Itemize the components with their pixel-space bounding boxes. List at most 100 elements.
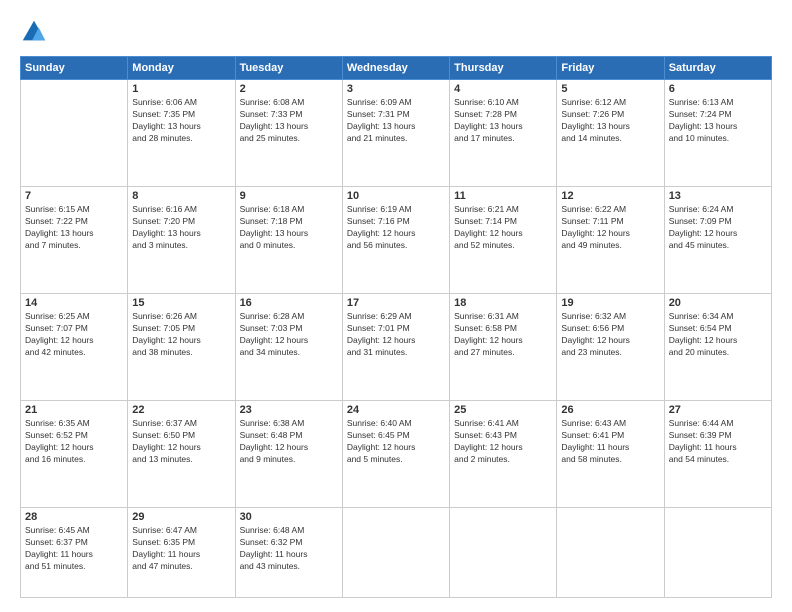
day-info: Sunrise: 6:09 AM Sunset: 7:31 PM Dayligh… (347, 97, 445, 145)
calendar-table: SundayMondayTuesdayWednesdayThursdayFrid… (20, 56, 772, 598)
calendar-cell: 3 Sunrise: 6:09 AM Sunset: 7:31 PM Daylig… (342, 80, 449, 187)
calendar-cell (557, 508, 664, 598)
calendar-cell: 7 Sunrise: 6:15 AM Sunset: 7:22 PM Daylig… (21, 187, 128, 294)
calendar-week-4: 28 Sunrise: 6:45 AM Sunset: 6:37 PM Dayli… (21, 508, 772, 598)
calendar-cell: 16 Sunrise: 6:28 AM Sunset: 7:03 PM Dayli… (235, 294, 342, 401)
calendar-cell (21, 80, 128, 187)
day-header-thursday: Thursday (450, 57, 557, 80)
day-number: 7 (25, 190, 123, 202)
day-info: Sunrise: 6:22 AM Sunset: 7:11 PM Dayligh… (561, 204, 659, 252)
calendar-cell: 21 Sunrise: 6:35 AM Sunset: 6:52 PM Dayli… (21, 401, 128, 508)
day-number: 8 (132, 190, 230, 202)
day-info: Sunrise: 6:26 AM Sunset: 7:05 PM Dayligh… (132, 311, 230, 359)
day-number: 17 (347, 297, 445, 309)
calendar-cell: 12 Sunrise: 6:22 AM Sunset: 7:11 PM Dayli… (557, 187, 664, 294)
day-info: Sunrise: 6:45 AM Sunset: 6:37 PM Dayligh… (25, 525, 123, 573)
day-number: 18 (454, 297, 552, 309)
day-number: 24 (347, 404, 445, 416)
day-header-tuesday: Tuesday (235, 57, 342, 80)
day-number: 14 (25, 297, 123, 309)
day-info: Sunrise: 6:16 AM Sunset: 7:20 PM Dayligh… (132, 204, 230, 252)
day-info: Sunrise: 6:21 AM Sunset: 7:14 PM Dayligh… (454, 204, 552, 252)
day-number: 6 (669, 83, 767, 95)
day-number: 29 (132, 511, 230, 523)
day-number: 11 (454, 190, 552, 202)
calendar-cell: 29Sunrise: 6:47 AM Sunset: 6:35 PM Dayli… (128, 508, 235, 598)
day-number: 27 (669, 404, 767, 416)
calendar-cell: 2 Sunrise: 6:08 AM Sunset: 7:33 PM Daylig… (235, 80, 342, 187)
day-header-sunday: Sunday (21, 57, 128, 80)
calendar-week-3: 21 Sunrise: 6:35 AM Sunset: 6:52 PM Dayli… (21, 401, 772, 508)
day-info: Sunrise: 6:35 AM Sunset: 6:52 PM Dayligh… (25, 418, 123, 466)
day-info: Sunrise: 6:44 AM Sunset: 6:39 PM Dayligh… (669, 418, 767, 466)
day-info: Sunrise: 6:10 AM Sunset: 7:28 PM Dayligh… (454, 97, 552, 145)
day-info: Sunrise: 6:15 AM Sunset: 7:22 PM Dayligh… (25, 204, 123, 252)
day-info: Sunrise: 6:43 AM Sunset: 6:41 PM Dayligh… (561, 418, 659, 466)
calendar-week-0: 1 Sunrise: 6:06 AM Sunset: 7:35 PM Daylig… (21, 80, 772, 187)
day-number: 30 (240, 511, 338, 523)
calendar-cell: 8 Sunrise: 6:16 AM Sunset: 7:20 PM Daylig… (128, 187, 235, 294)
calendar-cell (450, 508, 557, 598)
header (20, 18, 772, 46)
calendar-cell: 9Sunrise: 6:18 AM Sunset: 7:18 PM Daylig… (235, 187, 342, 294)
calendar-cell: 24 Sunrise: 6:40 AM Sunset: 6:45 PM Dayli… (342, 401, 449, 508)
calendar-cell: 25 Sunrise: 6:41 AM Sunset: 6:43 PM Dayli… (450, 401, 557, 508)
calendar-cell: 15 Sunrise: 6:26 AM Sunset: 7:05 PM Dayli… (128, 294, 235, 401)
day-info: Sunrise: 6:48 AM Sunset: 6:32 PM Dayligh… (240, 525, 338, 573)
day-number: 23 (240, 404, 338, 416)
page: SundayMondayTuesdayWednesdayThursdayFrid… (0, 0, 792, 612)
day-info: Sunrise: 6:06 AM Sunset: 7:35 PM Dayligh… (132, 97, 230, 145)
calendar-cell: 30 Sunrise: 6:48 AM Sunset: 6:32 PM Dayli… (235, 508, 342, 598)
day-number: 28 (25, 511, 123, 523)
logo (20, 18, 52, 46)
day-number: 19 (561, 297, 659, 309)
calendar-cell: 13 Sunrise: 6:24 AM Sunset: 7:09 PM Dayli… (664, 187, 771, 294)
calendar-cell: 23 Sunrise: 6:38 AM Sunset: 6:48 PM Dayli… (235, 401, 342, 508)
day-header-saturday: Saturday (664, 57, 771, 80)
day-number: 21 (25, 404, 123, 416)
calendar-cell: 10 Sunrise: 6:19 AM Sunset: 7:16 PM Dayli… (342, 187, 449, 294)
calendar-cell: 1 Sunrise: 6:06 AM Sunset: 7:35 PM Daylig… (128, 80, 235, 187)
calendar-week-1: 7 Sunrise: 6:15 AM Sunset: 7:22 PM Daylig… (21, 187, 772, 294)
day-number: 1 (132, 83, 230, 95)
calendar-cell: 28 Sunrise: 6:45 AM Sunset: 6:37 PM Dayli… (21, 508, 128, 598)
day-number: 16 (240, 297, 338, 309)
day-number: 12 (561, 190, 659, 202)
day-info: Sunrise: 6:41 AM Sunset: 6:43 PM Dayligh… (454, 418, 552, 466)
day-number: 3 (347, 83, 445, 95)
day-info: Sunrise: 6:40 AM Sunset: 6:45 PM Dayligh… (347, 418, 445, 466)
calendar-cell: 14 Sunrise: 6:25 AM Sunset: 7:07 PM Dayli… (21, 294, 128, 401)
day-info: Sunrise: 6:08 AM Sunset: 7:33 PM Dayligh… (240, 97, 338, 145)
day-number: 4 (454, 83, 552, 95)
calendar-header-row: SundayMondayTuesdayWednesdayThursdayFrid… (21, 57, 772, 80)
day-number: 22 (132, 404, 230, 416)
day-header-wednesday: Wednesday (342, 57, 449, 80)
day-number: 10 (347, 190, 445, 202)
day-info: Sunrise: 6:28 AM Sunset: 7:03 PM Dayligh… (240, 311, 338, 359)
day-info: Sunrise: 6:37 AM Sunset: 6:50 PM Dayligh… (132, 418, 230, 466)
day-info: Sunrise: 6:12 AM Sunset: 7:26 PM Dayligh… (561, 97, 659, 145)
logo-icon (20, 18, 48, 46)
day-info: Sunrise: 6:25 AM Sunset: 7:07 PM Dayligh… (25, 311, 123, 359)
calendar-cell (664, 508, 771, 598)
day-header-monday: Monday (128, 57, 235, 80)
calendar-cell: 19Sunrise: 6:32 AM Sunset: 6:56 PM Dayli… (557, 294, 664, 401)
day-info: Sunrise: 6:24 AM Sunset: 7:09 PM Dayligh… (669, 204, 767, 252)
day-info: Sunrise: 6:19 AM Sunset: 7:16 PM Dayligh… (347, 204, 445, 252)
day-info: Sunrise: 6:31 AM Sunset: 6:58 PM Dayligh… (454, 311, 552, 359)
calendar-cell: 26 Sunrise: 6:43 AM Sunset: 6:41 PM Dayli… (557, 401, 664, 508)
day-number: 2 (240, 83, 338, 95)
day-number: 9 (240, 190, 338, 202)
calendar-cell: 11 Sunrise: 6:21 AM Sunset: 7:14 PM Dayli… (450, 187, 557, 294)
day-info: Sunrise: 6:13 AM Sunset: 7:24 PM Dayligh… (669, 97, 767, 145)
calendar-cell: 18 Sunrise: 6:31 AM Sunset: 6:58 PM Dayli… (450, 294, 557, 401)
day-number: 5 (561, 83, 659, 95)
calendar-cell: 17Sunrise: 6:29 AM Sunset: 7:01 PM Dayli… (342, 294, 449, 401)
calendar-cell: 4 Sunrise: 6:10 AM Sunset: 7:28 PM Daylig… (450, 80, 557, 187)
day-number: 13 (669, 190, 767, 202)
day-number: 26 (561, 404, 659, 416)
day-info: Sunrise: 6:38 AM Sunset: 6:48 PM Dayligh… (240, 418, 338, 466)
calendar-cell: 22 Sunrise: 6:37 AM Sunset: 6:50 PM Dayli… (128, 401, 235, 508)
day-number: 25 (454, 404, 552, 416)
day-number: 15 (132, 297, 230, 309)
